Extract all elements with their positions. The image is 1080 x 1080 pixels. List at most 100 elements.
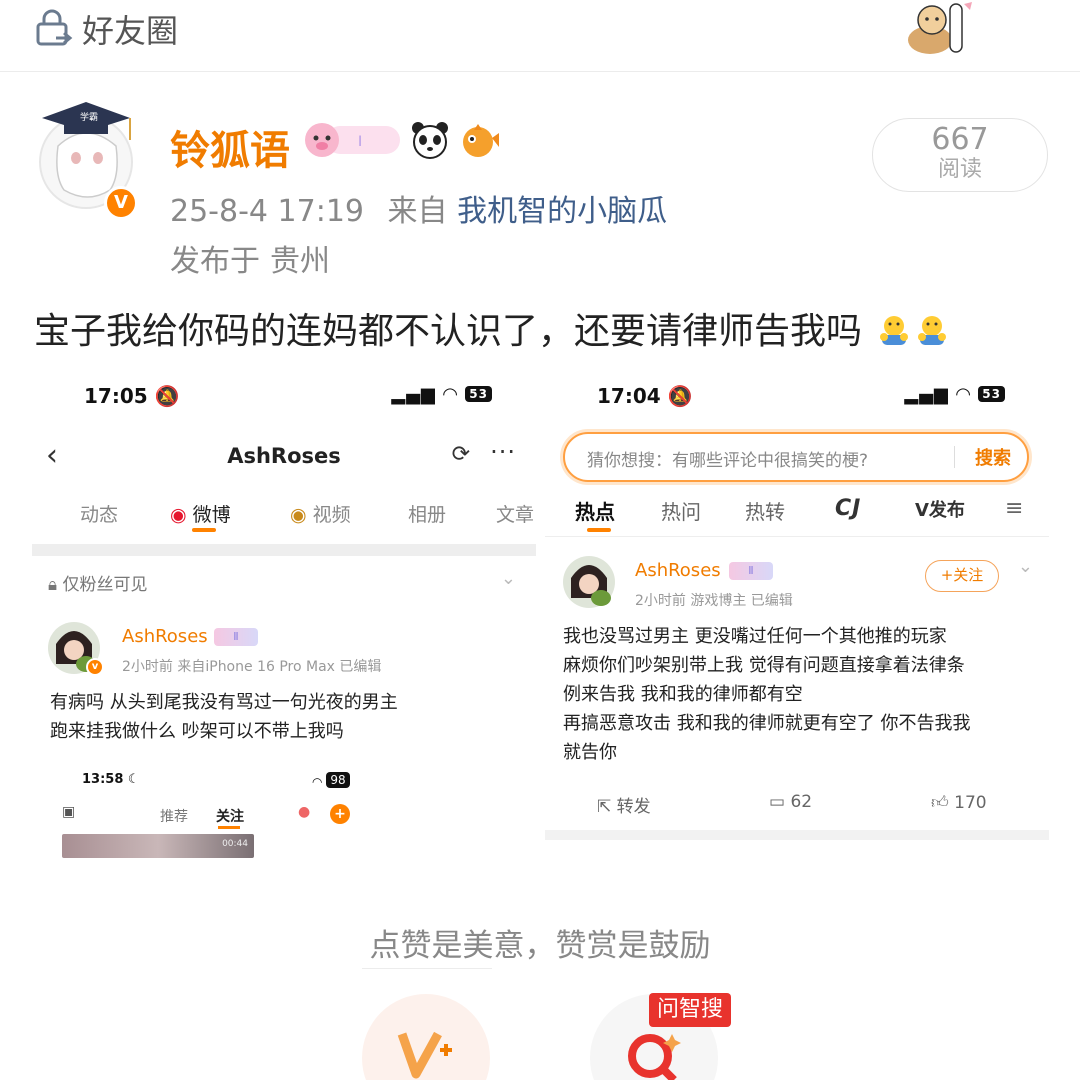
battery-icon: 53 — [465, 386, 492, 402]
location-name: 贵州 — [270, 244, 330, 279]
post-meta: 2小时前 游戏博主 已编辑 — [635, 593, 793, 609]
tab-hot-reposts[interactable]: 热转 — [745, 496, 785, 525]
repost-icon: ⇱ — [597, 797, 612, 817]
fire-icon: ● — [298, 804, 311, 820]
tab-articles[interactable]: 文章 — [496, 500, 534, 527]
pig-medal-icon: I — [305, 123, 400, 157]
post-source-link[interactable]: 我机智的小脑瓜 — [457, 194, 667, 229]
source-prefix: 来自 — [387, 194, 448, 229]
post-line: 有病吗 从头到尾我没有骂过一句光夜的男主 — [50, 692, 398, 713]
tab-hot[interactable]: 热点 — [575, 496, 615, 525]
video-duration: 00:44 — [222, 839, 248, 849]
tab-weibo[interactable]: ◉ 微博 — [170, 500, 231, 527]
moon-icon: ☾ — [127, 772, 140, 787]
pufferfish-icon — [463, 124, 499, 157]
status-time: 17:04 🔕 — [597, 384, 693, 408]
action-bar: ⇱ 转发 ▭ 62 👍︎ 170 — [545, 792, 1049, 822]
signal-icon: ▂▄▆ — [904, 384, 949, 405]
v-plus-icon — [397, 1031, 452, 1079]
chevron-down-icon[interactable]: ⌄ — [1018, 556, 1033, 577]
more-icon[interactable]: ··· — [490, 438, 516, 466]
mini-status-icons: ◠ 98 — [312, 772, 350, 789]
user-level-badge: Ⅱ — [214, 628, 258, 646]
divider-band — [545, 830, 1049, 840]
post-text: 宝子我给你码的连妈都不认识了，还要请律师告我吗 — [34, 302, 949, 354]
reward-slogan: 点赞是美意，赞赏是鼓励 — [369, 928, 711, 964]
mini-status-time: 13:58 ☾ — [82, 772, 140, 787]
svg-text:学霸: 学霸 — [80, 111, 98, 123]
visibility-text: 仅粉丝可见 — [62, 575, 148, 595]
menu-icon[interactable]: ≡ — [1005, 496, 1023, 521]
post-line: 就告你 — [563, 742, 617, 763]
comment-button[interactable]: ▭ 62 — [769, 792, 812, 812]
friends-circle-lock-icon — [36, 9, 73, 46]
wifi-icon: ◠ — [443, 384, 459, 405]
tab-video[interactable]: ◉ 视频 — [290, 500, 351, 527]
tab-v-publish[interactable]: V发布 — [915, 496, 965, 522]
author-medals: I — [302, 118, 500, 162]
post-date: 25-8-4 17:19 — [170, 194, 364, 229]
tab-video-label: 视频 — [312, 504, 351, 526]
verified-badge: v — [86, 658, 104, 676]
tab-weibo-label: 微博 — [192, 504, 231, 526]
reward-button[interactable] — [362, 994, 490, 1080]
post-body: 我也没骂过男主 更没嘴过任何一个其他推的玩家 麻烦你们吵架别带上我 觉得有问题直… — [563, 622, 970, 767]
user-name[interactable]: AshRoses — [635, 560, 721, 581]
post-line: 再搞恶意攻击 我和我的律师就更有空了 你不告我我 — [563, 713, 971, 734]
comment-count: 62 — [790, 792, 813, 812]
profile-nav-bar: ‹ AshRoses ⟳ ··· — [32, 438, 536, 482]
profile-tabs: 动态 ◉ 微博 ◉ 视频 相册 文章 — [32, 496, 536, 540]
search-separator — [954, 446, 955, 468]
wifi-icon: ◠ — [956, 384, 972, 405]
verified-badge: V — [104, 186, 138, 220]
mini-time-text: 13:58 — [82, 772, 124, 787]
page-title: 好友圈 — [82, 12, 179, 50]
status-bar: 17:05 🔕 ▂▄▆ ◠ 53 — [32, 378, 536, 418]
comment-icon: ▭ — [769, 792, 786, 812]
tab-hot-questions[interactable]: 热问 — [661, 496, 701, 525]
thumbs-up-icon: 👍︎ — [931, 793, 949, 813]
read-label: 阅读 — [937, 157, 982, 182]
author-name[interactable]: 铃狐语 — [170, 118, 290, 176]
status-icons: ▂▄▆ ◠ 53 — [904, 384, 1005, 405]
post-body: 宝子我给你码的连妈都不认识了，还要请律师告我吗 — [34, 311, 863, 352]
user-name[interactable]: AshRoses — [122, 626, 208, 647]
search-button[interactable]: 搜索 — [975, 444, 1011, 470]
hug-emoji-icon — [918, 316, 947, 345]
post-location: 发布于 贵州 — [170, 236, 330, 280]
tab-divider — [545, 536, 1049, 537]
post-image-left[interactable]: 17:05 🔕 ▂▄▆ ◠ 53 ‹ AshRoses ⟳ ··· 动态 ◉ 微… — [32, 368, 536, 862]
hug-emoji-icon — [880, 316, 909, 345]
repost-button[interactable]: ⇱ 转发 — [597, 792, 651, 817]
panda-icon — [412, 122, 448, 159]
mini-plus-button: + — [330, 804, 350, 824]
user-level-badge: Ⅱ — [729, 562, 773, 580]
mute-icon: 🔕 — [667, 384, 693, 408]
chevron-down-icon[interactable]: ⌄ — [501, 568, 516, 589]
dog-sticker-icon — [908, 2, 972, 54]
search-icon[interactable]: ⟳ — [452, 442, 470, 467]
mini-tab-indicator — [218, 826, 240, 829]
follow-button[interactable]: +关注 — [925, 560, 999, 592]
tab-cj[interactable]: CJ — [835, 496, 861, 521]
post-meta: 2小时前 来自iPhone 16 Pro Max 已编辑 — [122, 659, 382, 675]
top-bar: 好友圈 — [0, 0, 1080, 72]
lock-icon: 🔒︎ — [48, 575, 58, 595]
tab-dynamics[interactable]: 动态 — [80, 500, 118, 527]
visibility-label: 🔒︎ 仅粉丝可见 — [48, 570, 147, 595]
status-time-text: 17:04 — [597, 384, 661, 408]
search-bar[interactable]: 猜你想搜：有哪些评论中很搞笑的梗? 搜索 — [563, 432, 1029, 482]
like-button[interactable]: 👍︎ 170 — [931, 792, 987, 813]
post-line: 我也没骂过男主 更没嘴过任何一个其他推的玩家 — [563, 626, 947, 647]
mute-icon: 🔕 — [154, 384, 180, 408]
mini-tab-recommend: 推荐 — [160, 809, 188, 825]
read-count: 667 — [931, 122, 989, 157]
search-placeholder: 猜你想搜：有哪些评论中很搞笑的梗? — [587, 451, 869, 471]
svg-text:I: I — [358, 134, 362, 150]
repost-label: 转发 — [616, 797, 651, 817]
battery-icon: 98 — [326, 772, 350, 788]
user-avatar[interactable] — [563, 554, 615, 610]
reward-divider — [362, 968, 492, 969]
post-image-right[interactable]: 17:04 🔕 ▂▄▆ ◠ 53 猜你想搜：有哪些评论中很搞笑的梗? 搜索 热点… — [545, 368, 1049, 862]
tab-album[interactable]: 相册 — [408, 500, 446, 527]
